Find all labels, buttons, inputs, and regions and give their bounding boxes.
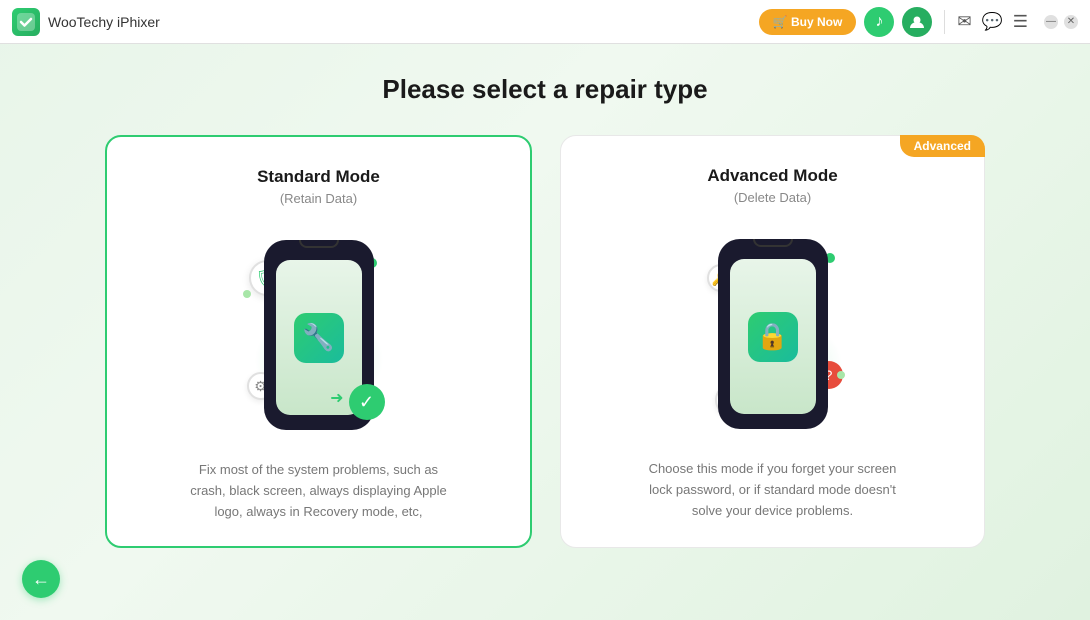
phone-screen-standard: 🔧 [276,260,362,415]
phone-screen-advanced: 🔒 [730,259,816,414]
advanced-phone-illustration: 🔑 🗑 ? 🔒 [693,229,853,439]
check-icon: ✓ [349,384,385,420]
titlebar-right: 🛒 Buy Now ♪ ✉ 💬 ☰ — ✕ [759,7,1078,37]
wrench-icon: 🔧 [294,313,344,363]
titlebar-divider [944,10,945,34]
user-avatar-icon[interactable] [902,7,932,37]
mail-icon[interactable]: ✉ [957,12,971,32]
arrow-icon: ➜ [330,388,343,408]
app-logo [12,8,40,36]
phone-notch-adv [753,239,793,247]
chat-icon[interactable]: 💬 [982,12,1003,32]
phone-notch [299,240,339,248]
back-arrow-icon: ← [32,569,50,590]
standard-mode-title: Standard Mode [257,167,380,187]
close-button[interactable]: ✕ [1064,15,1078,29]
lock-icon: 🔒 [748,312,798,362]
titlebar: WooTechy iPhixer 🛒 Buy Now ♪ ✉ 💬 ☰ — ✕ [0,0,1090,44]
main-content: Please select a repair type Standard Mod… [0,44,1090,568]
advanced-mode-title: Advanced Mode [707,166,837,186]
music-icon[interactable]: ♪ [864,7,894,37]
advanced-mode-subtitle: (Delete Data) [734,190,811,205]
standard-mode-description: Fix most of the system problems, such as… [189,460,449,522]
buy-now-button[interactable]: 🛒 Buy Now [759,9,857,35]
cards-container: Standard Mode (Retain Data) 🛡 ⚙ 🔧 ✓ [105,135,985,548]
adv-green-dot-2 [837,371,845,379]
standard-phone-illustration: 🛡 ⚙ 🔧 ✓ ➜ [239,230,399,440]
minimize-button[interactable]: — [1044,15,1058,29]
app-title: WooTechy iPhixer [48,14,160,30]
standard-mode-card[interactable]: Standard Mode (Retain Data) 🛡 ⚙ 🔧 ✓ [105,135,532,548]
green-dot-2 [243,290,251,298]
standard-mode-subtitle: (Retain Data) [280,191,357,206]
advanced-mode-card[interactable]: Advanced Advanced Mode (Delete Data) 🔑 🗑… [560,135,985,548]
page-title: Please select a repair type [382,74,707,105]
menu-icon[interactable]: ☰ [1013,12,1028,32]
titlebar-left: WooTechy iPhixer [12,8,160,36]
phone-body-advanced: 🔒 [718,239,828,429]
back-button[interactable]: ← [22,560,60,598]
advanced-mode-description: Choose this mode if you forget your scre… [643,459,903,521]
toolbar-icons: ✉ 💬 ☰ [957,12,1028,32]
advanced-badge: Advanced [900,135,985,157]
window-controls: — ✕ [1044,15,1078,29]
